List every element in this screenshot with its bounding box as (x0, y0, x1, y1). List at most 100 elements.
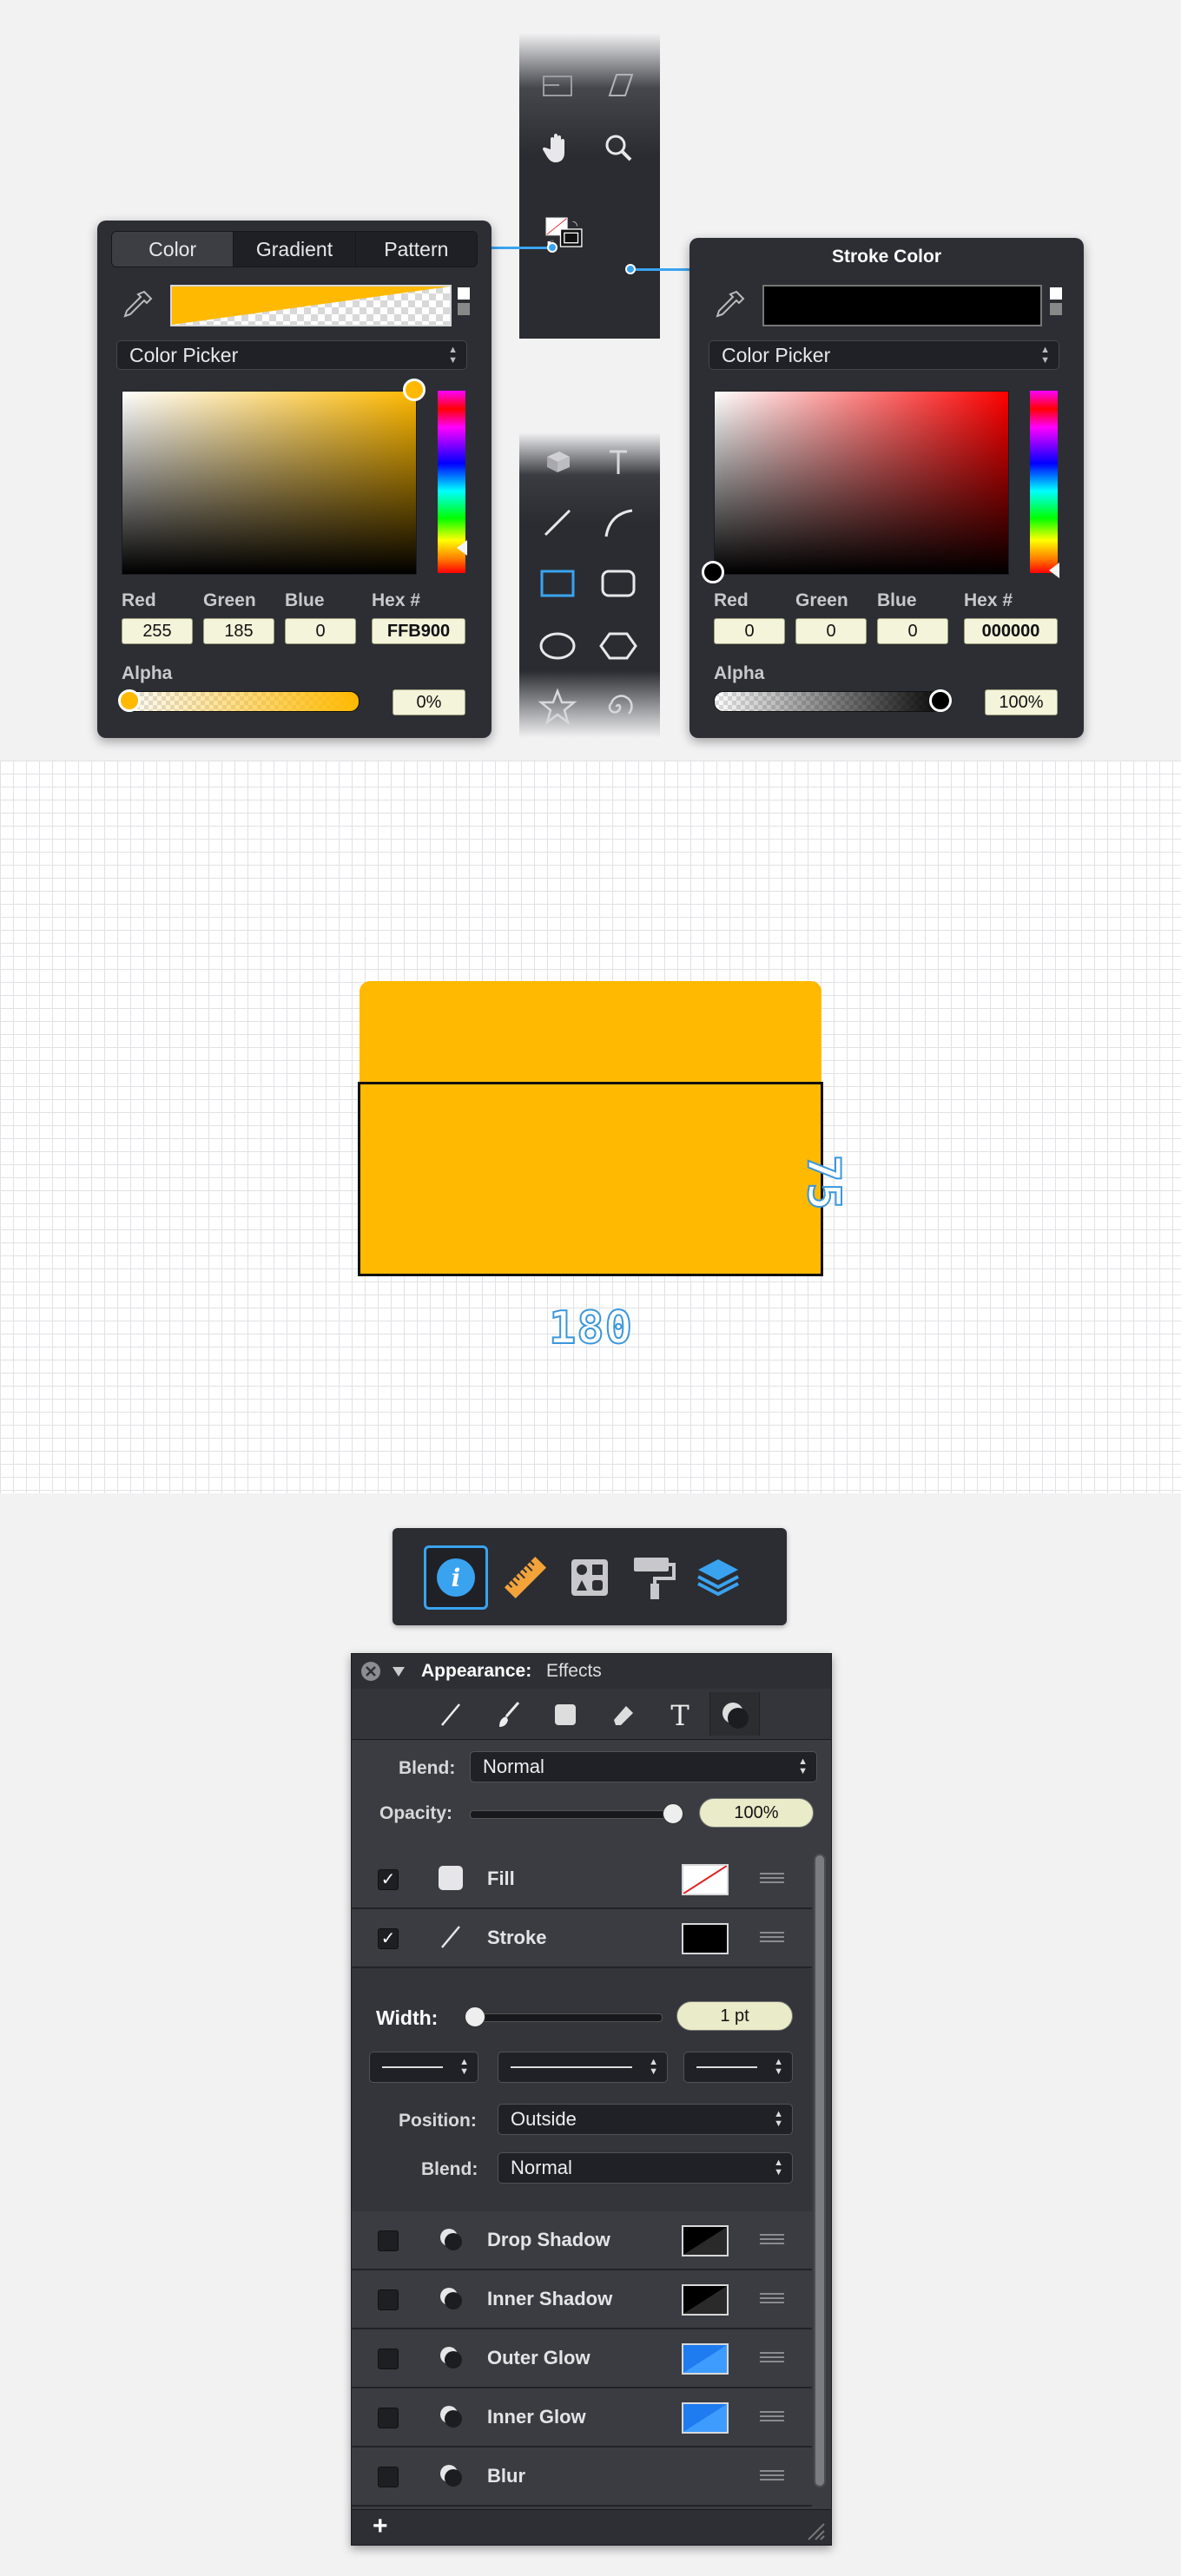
red-field[interactable]: 0 (714, 618, 785, 644)
ruler-icon[interactable] (493, 1545, 558, 1610)
eraser-icon[interactable] (605, 1697, 640, 1732)
alpha-slider[interactable] (714, 691, 952, 712)
alpha-knob[interactable] (929, 689, 952, 712)
frame-tool-icon[interactable] (537, 64, 578, 106)
opacity-slider[interactable] (470, 1810, 680, 1819)
polygon-tool-icon[interactable] (597, 625, 639, 667)
effect-checkbox[interactable] (378, 2349, 399, 2369)
skew-tool-icon[interactable] (597, 64, 639, 106)
hand-tool-icon[interactable] (537, 127, 578, 168)
effect-row[interactable]: Outer Glow (352, 2329, 812, 2388)
saturation-brightness-field[interactable] (714, 391, 1009, 575)
effects-tab[interactable] (709, 1692, 760, 1736)
stroke-swatch[interactable] (682, 1923, 729, 1954)
line-end-select[interactable]: ▲ ▼ (683, 2052, 793, 2083)
saturation-knob[interactable] (702, 561, 724, 583)
line-tool-icon[interactable] (537, 502, 578, 544)
blend-select[interactable]: Normal ▲ ▼ (470, 1751, 817, 1782)
eyedropper-icon[interactable] (118, 285, 158, 325)
effect-row[interactable]: Blur (352, 2448, 812, 2507)
paint-roller-icon[interactable] (622, 1545, 686, 1610)
star-tool-icon[interactable] (537, 686, 578, 728)
width-slider[interactable] (470, 2013, 663, 2022)
hex-field[interactable]: FFB900 (372, 618, 465, 644)
alpha-slider[interactable] (122, 691, 360, 712)
rounded-rectangle-shape[interactable] (360, 981, 821, 1084)
stroke-color-swatch[interactable] (762, 285, 1042, 326)
3d-tool-icon[interactable] (537, 441, 578, 483)
fill-icon[interactable] (548, 1697, 583, 1732)
layers-icon[interactable] (686, 1545, 750, 1610)
fill-checkbox[interactable]: ✓ (378, 1869, 399, 1890)
text-tool-icon[interactable] (597, 441, 639, 483)
red-field[interactable]: 255 (122, 618, 193, 644)
fill-swatch[interactable] (682, 1864, 729, 1895)
arc-tool-icon[interactable] (597, 502, 639, 544)
tab-pattern[interactable]: Pattern (356, 232, 477, 267)
text-icon[interactable]: T (663, 1697, 697, 1732)
effect-row[interactable]: Drop Shadow (352, 2211, 812, 2270)
blue-field[interactable]: 0 (877, 618, 948, 644)
scrollbar-thumb[interactable] (815, 1855, 824, 2486)
saturation-knob[interactable] (403, 379, 426, 401)
opacity-stepper[interactable]: 100% (699, 1798, 814, 1828)
hex-field[interactable]: 000000 (964, 618, 1058, 644)
rectangle-shape[interactable] (358, 1082, 823, 1276)
drag-handle-icon[interactable] (760, 2234, 784, 2246)
drag-handle-icon[interactable] (760, 2411, 784, 2423)
close-icon[interactable] (360, 1661, 381, 1682)
scrollbar[interactable] (814, 1854, 826, 2487)
color-mode-toggle-icon[interactable] (1049, 287, 1063, 318)
width-stepper[interactable]: 1 pt (676, 2001, 793, 2031)
stroke-blend-select[interactable]: Normal ▲ ▼ (498, 2152, 793, 2184)
color-mode-toggle-icon[interactable] (457, 287, 471, 318)
width-slider-knob[interactable] (465, 2006, 485, 2027)
effect-row[interactable]: Inner Glow (352, 2388, 812, 2448)
drag-handle-icon[interactable] (760, 2293, 784, 2305)
drag-handle-icon[interactable] (760, 1932, 784, 1944)
alpha-knob[interactable] (118, 689, 141, 712)
current-color-swatch[interactable] (170, 285, 452, 326)
inner-glow-swatch[interactable] (682, 2402, 729, 2434)
drag-handle-icon[interactable] (760, 2352, 784, 2364)
effect-checkbox[interactable] (378, 2289, 399, 2310)
stroke-checkbox[interactable]: ✓ (378, 1928, 399, 1949)
saturation-brightness-field[interactable] (122, 391, 417, 575)
color-picker-select[interactable]: Color Picker ▲ ▼ (116, 340, 467, 370)
add-effect-button[interactable]: + (373, 2512, 388, 2541)
info-icon[interactable]: i (424, 1545, 488, 1610)
blue-field[interactable]: 0 (285, 618, 356, 644)
zoom-tool-icon[interactable] (597, 127, 639, 168)
effect-row[interactable]: Inner Shadow (352, 2270, 812, 2329)
dash-style-select[interactable]: ▲ ▼ (498, 2052, 668, 2083)
hue-marker-icon[interactable] (457, 540, 467, 556)
effect-checkbox[interactable] (378, 2230, 399, 2251)
resize-grip-icon[interactable] (803, 2519, 826, 2541)
green-field[interactable]: 0 (795, 618, 867, 644)
shapes-icon[interactable] (558, 1545, 622, 1610)
green-field[interactable]: 185 (203, 618, 274, 644)
rectangle-tool-icon[interactable] (537, 563, 578, 604)
inner-shadow-swatch[interactable] (682, 2284, 729, 2316)
brush-icon[interactable] (491, 1697, 525, 1732)
spiral-tool-icon[interactable] (597, 686, 639, 728)
effect-checkbox[interactable] (378, 2467, 399, 2487)
hue-slider[interactable] (1030, 391, 1058, 573)
alpha-field[interactable]: 0% (393, 689, 465, 715)
line-icon[interactable] (433, 1697, 468, 1732)
hue-marker-icon[interactable] (1049, 563, 1059, 578)
drop-shadow-swatch[interactable] (682, 2225, 729, 2256)
tab-color[interactable]: Color (112, 232, 234, 267)
drag-handle-icon[interactable] (760, 1873, 784, 1885)
eyedropper-icon[interactable] (710, 285, 750, 325)
ellipse-tool-icon[interactable] (537, 625, 578, 667)
stroke-row[interactable]: ✓ Stroke (352, 1909, 812, 1968)
line-cap-select[interactable]: ▲ ▼ (369, 2052, 478, 2083)
outer-glow-swatch[interactable] (682, 2343, 729, 2375)
alpha-field[interactable]: 100% (985, 689, 1058, 715)
rounded-rectangle-tool-icon[interactable] (597, 563, 639, 604)
fill-row[interactable]: ✓ Fill (352, 1850, 812, 1909)
drag-handle-icon[interactable] (760, 2470, 784, 2482)
disclosure-triangle-icon[interactable] (392, 1664, 406, 1678)
position-select[interactable]: Outside ▲ ▼ (498, 2104, 793, 2135)
